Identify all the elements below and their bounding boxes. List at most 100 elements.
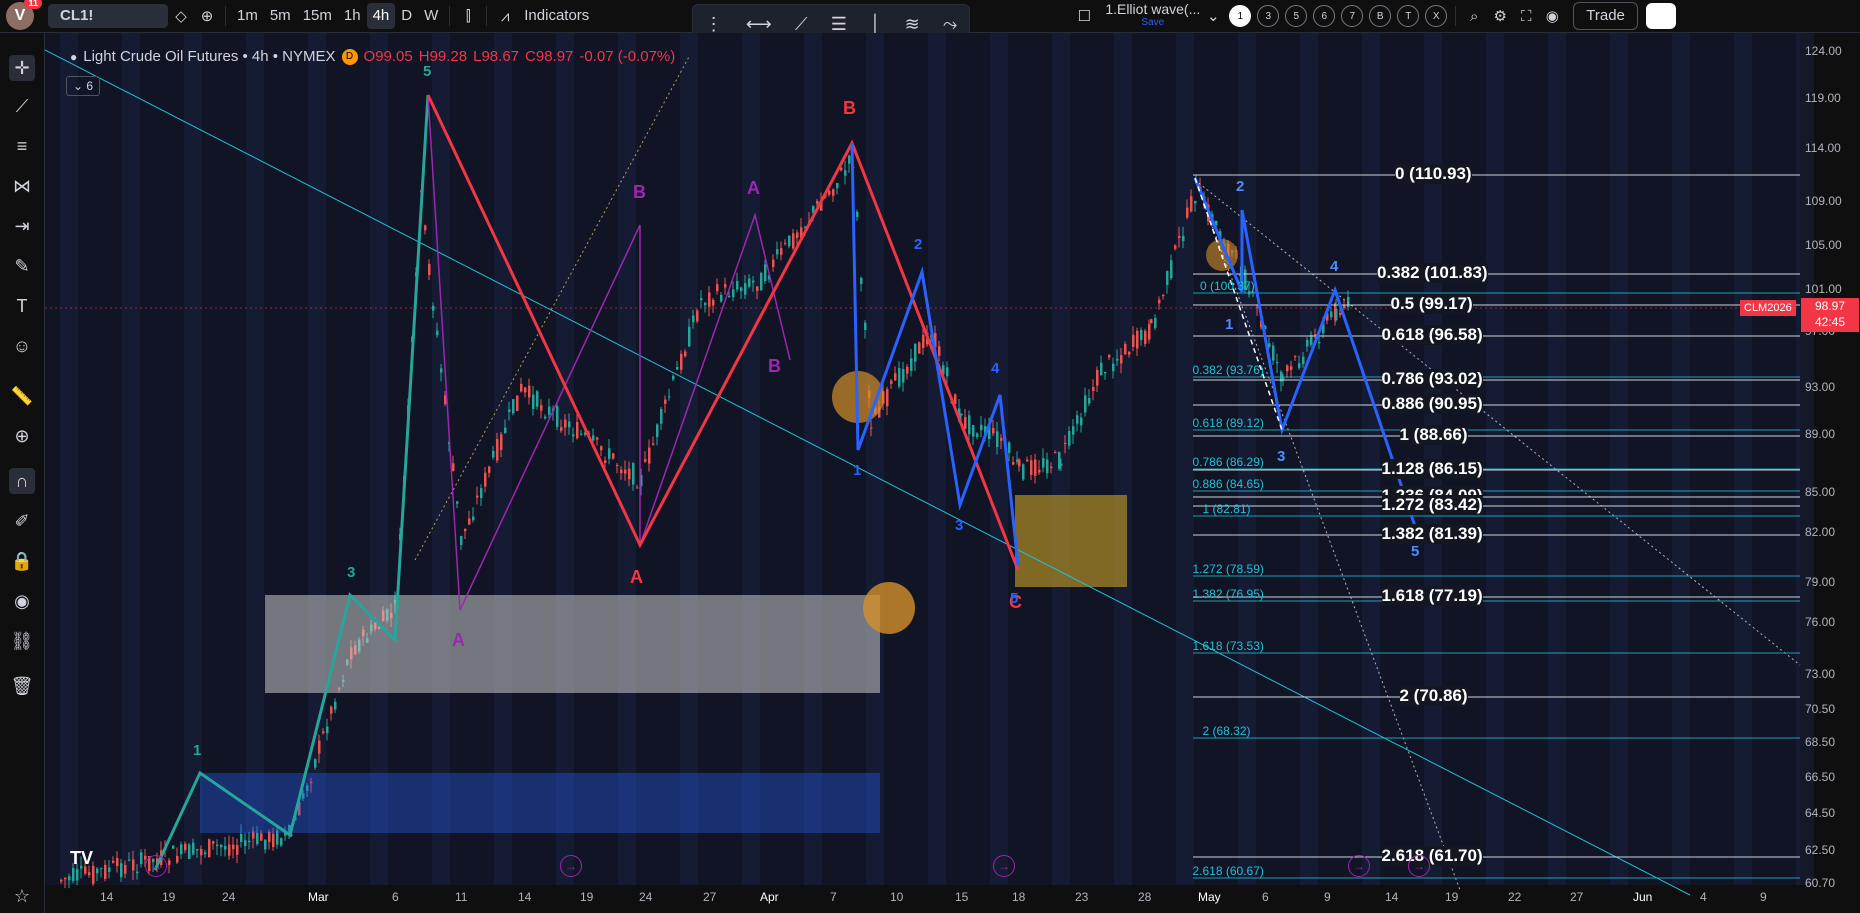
tab-3[interactable]: 3 (1257, 5, 1280, 27)
trash-icon[interactable]: 🗑 (9, 673, 35, 699)
event-marker-icon[interactable]: → (993, 855, 1015, 877)
wave-label-blue: 5 (1411, 543, 1420, 560)
candle-body (1268, 343, 1271, 347)
add-symbol-icon[interactable]: ⊕ (194, 3, 220, 29)
candle-body (280, 838, 283, 846)
timeframe-15m[interactable]: 15m (297, 3, 338, 29)
candle-body (886, 389, 889, 407)
candle-body (508, 409, 511, 412)
candle-body (256, 833, 259, 845)
event-marker-icon[interactable]: → (145, 855, 167, 877)
zoom-icon[interactable]: ⊕ (9, 423, 35, 449)
trend-line-icon[interactable]: ⟋ (795, 14, 808, 35)
timeframe-w[interactable]: W (418, 3, 444, 29)
candle-body (248, 840, 251, 843)
candle-body (528, 385, 531, 398)
eye-icon[interactable]: ◉ (9, 588, 35, 614)
gear-icon[interactable]: ⚙ (1487, 3, 1513, 29)
fib-level-label: 0.886 (90.95) (1381, 394, 1483, 414)
candle-body (976, 433, 979, 438)
candle-body (172, 845, 175, 849)
tab-b[interactable]: B (1369, 5, 1392, 27)
candle-body (836, 183, 839, 189)
event-marker-icon[interactable]: → (1348, 855, 1370, 877)
diamond-icon[interactable]: ◇ (168, 3, 194, 29)
layout-checkbox-icon[interactable]: ☐ (1071, 3, 1097, 29)
projection-icon[interactable]: ⇥ (9, 213, 35, 239)
ruler-icon[interactable]: 📏 (9, 383, 35, 409)
legend-title[interactable]: Light Crude Oil Futures • 4h • NYMEX (83, 48, 335, 65)
path-icon[interactable]: ⤳ (943, 14, 957, 35)
candle-body (116, 858, 119, 867)
fib-level-label: 0.5 (99.17) (1390, 294, 1473, 314)
time-axis[interactable]: 14 19 24 Mar 6 11 14 19 24 27 Apr 7 10 15 18 23 28 May 6 9 1… (45, 884, 1860, 913)
session-band (432, 33, 450, 885)
candle-body (964, 417, 967, 429)
stay-drawing-icon[interactable]: ✐ (9, 508, 35, 534)
tab-x[interactable]: X (1425, 5, 1448, 27)
lock-icon[interactable]: 🔒 (9, 548, 35, 574)
symbol-search[interactable]: CL1! (48, 4, 168, 28)
timeframe-1m[interactable]: 1m (231, 3, 264, 29)
candle-body (732, 289, 735, 298)
candle-body (736, 281, 739, 290)
trend-line-icon[interactable]: ⟋ (9, 93, 35, 119)
timeframe-1h[interactable]: 1h (338, 3, 367, 29)
indicators-icon[interactable]: ⩘ (492, 3, 518, 29)
emoji-icon[interactable]: ☺ (9, 333, 35, 359)
fib-icon[interactable]: ≡ (9, 133, 35, 159)
pattern-icon[interactable]: ⋈ (9, 173, 35, 199)
tab-7[interactable]: 7 (1341, 5, 1364, 27)
timeframe-d[interactable]: D (395, 3, 418, 29)
price-axis[interactable]: 124.00119.00114.00109.00105.00101.0097.0… (1800, 33, 1860, 890)
indicators-button[interactable]: Indicators (518, 3, 595, 29)
magnet-icon[interactable]: ∩ (9, 468, 35, 494)
candle-body (556, 406, 559, 427)
chevron-down-icon[interactable]: ⌄ (1200, 3, 1226, 29)
candle-body (1290, 366, 1293, 370)
camera-icon[interactable]: ◉ (1539, 3, 1565, 29)
drag-handle-icon[interactable]: ⋮ (705, 14, 723, 35)
channel-icon[interactable]: ≋ (905, 14, 920, 35)
session-band (1548, 33, 1566, 885)
layout-name[interactable]: 1.Elliot wave(... Save (1105, 2, 1200, 29)
vertical-line-icon[interactable]: │ (870, 14, 881, 35)
time-axis-label: 6 (1262, 890, 1269, 904)
trade-button[interactable]: Trade (1573, 2, 1638, 30)
line-tool-icon[interactable]: ⟷ (746, 14, 772, 35)
brush-icon[interactable]: ✎ (9, 253, 35, 279)
indicator-collapse-button[interactable]: ⌄ 6 (66, 76, 100, 96)
candles-icon[interactable]: ⫿ (455, 3, 481, 29)
candle-body (716, 284, 719, 292)
tab-5[interactable]: 5 (1285, 5, 1308, 27)
candle-body (330, 706, 333, 714)
fullscreen-icon[interactable]: ⛶ (1513, 3, 1539, 29)
event-marker-icon[interactable]: → (560, 855, 582, 877)
publish-button[interactable] (1645, 3, 1676, 29)
text-icon[interactable]: T (9, 293, 35, 319)
timeframe-5m[interactable]: 5m (264, 3, 297, 29)
link-icon[interactable]: ⛓ (9, 628, 35, 654)
price-chart[interactable] (45, 33, 1860, 913)
tab-t[interactable]: T (1397, 5, 1420, 27)
time-axis-label: 14 (518, 890, 532, 904)
star-icon[interactable]: ☆ (9, 883, 35, 909)
candle-body (1112, 363, 1115, 372)
candle-body (1318, 342, 1321, 344)
crosshair-icon[interactable]: ✛ (9, 55, 35, 81)
user-avatar[interactable]: V 11 (6, 0, 42, 30)
tab-1[interactable]: 1 (1229, 5, 1252, 27)
session-band (1176, 33, 1194, 885)
fib-secondary-label: 2 (68.32) (1202, 724, 1251, 738)
candle-body (1104, 371, 1107, 374)
event-marker-icon[interactable]: → (1408, 855, 1430, 877)
timeframe-4h[interactable]: 4h (366, 3, 396, 29)
candle-body (780, 248, 783, 255)
candle-body (1116, 358, 1119, 361)
tab-6[interactable]: 6 (1313, 5, 1336, 27)
search-icon[interactable]: ⌕ (1461, 3, 1487, 29)
candle-body (568, 421, 571, 428)
line-style-icon[interactable]: ☰ (831, 14, 847, 35)
session-band (1300, 33, 1318, 885)
candle-body (1022, 464, 1025, 480)
